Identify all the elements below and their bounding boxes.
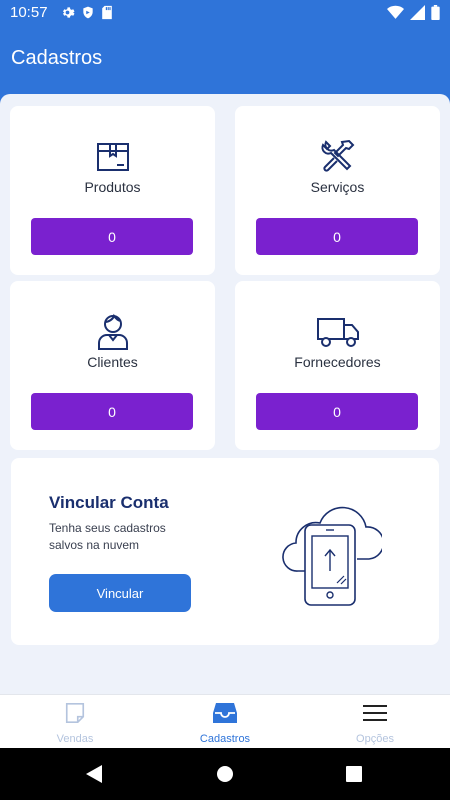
- truck-icon: [316, 318, 359, 347]
- page-title: Cadastros: [11, 47, 103, 69]
- person-icon: [97, 313, 128, 350]
- box-icon: [96, 143, 129, 171]
- nav-label-cadastros: Cadastros: [199, 733, 251, 745]
- battery-icon: [431, 5, 440, 20]
- shield-icon: [83, 6, 93, 19]
- card-fornecedores[interactable]: Fornecedores 0: [235, 281, 440, 450]
- note-icon: [65, 703, 85, 723]
- nav-item-cadastros[interactable]: Cadastros: [150, 695, 300, 749]
- card-clientes[interactable]: Clientes 0: [10, 281, 215, 450]
- app-bar: Cadastros: [0, 26, 450, 94]
- link-account-button[interactable]: Vincular: [49, 574, 191, 612]
- signal-icon: [410, 5, 425, 20]
- fornecedores-count-button[interactable]: 0: [256, 393, 418, 430]
- content-area: Produtos 0 Serviços 0 Clientes 0 Fornece…: [0, 94, 450, 694]
- nav-item-opcoes[interactable]: Opções: [300, 695, 450, 749]
- card-servicos[interactable]: Serviços 0: [235, 106, 440, 275]
- nav-item-vendas[interactable]: Vendas: [0, 695, 150, 749]
- nav-label-vendas: Vendas: [56, 733, 94, 745]
- card-label-servicos: Serviços: [310, 179, 365, 195]
- servicos-count-button[interactable]: 0: [256, 218, 418, 255]
- link-account-title: Vincular Conta: [49, 493, 169, 512]
- bottom-nav: Vendas Cadastros Opções: [0, 694, 450, 748]
- produtos-count-button[interactable]: 0: [31, 218, 193, 255]
- inbox-icon: [213, 703, 237, 723]
- link-account-description: Tenha seus cadastros salvos na nuvem: [49, 521, 166, 552]
- wifi-icon: [387, 5, 404, 19]
- nav-label-opcoes: Opções: [356, 733, 394, 745]
- card-label-fornecedores: Fornecedores: [294, 354, 381, 370]
- status-bar: 10:57: [0, 0, 450, 26]
- card-label-clientes: Clientes: [87, 354, 138, 370]
- recents-icon[interactable]: [344, 764, 364, 784]
- sd-card-icon: [102, 5, 112, 20]
- status-time: 10:57: [10, 4, 48, 21]
- cloud-phone-icon: [282, 506, 382, 606]
- menu-icon: [363, 705, 387, 721]
- link-account-card: Vincular Conta Tenha seus cadastros salv…: [11, 458, 439, 645]
- system-nav-bar: [0, 748, 450, 800]
- tools-icon: [320, 139, 354, 172]
- home-icon[interactable]: [215, 764, 235, 784]
- gear-icon: [63, 7, 75, 18]
- back-icon[interactable]: [84, 764, 104, 784]
- card-label-produtos: Produtos: [84, 179, 141, 195]
- card-produtos[interactable]: Produtos 0: [10, 106, 215, 275]
- clientes-count-button[interactable]: 0: [31, 393, 193, 430]
